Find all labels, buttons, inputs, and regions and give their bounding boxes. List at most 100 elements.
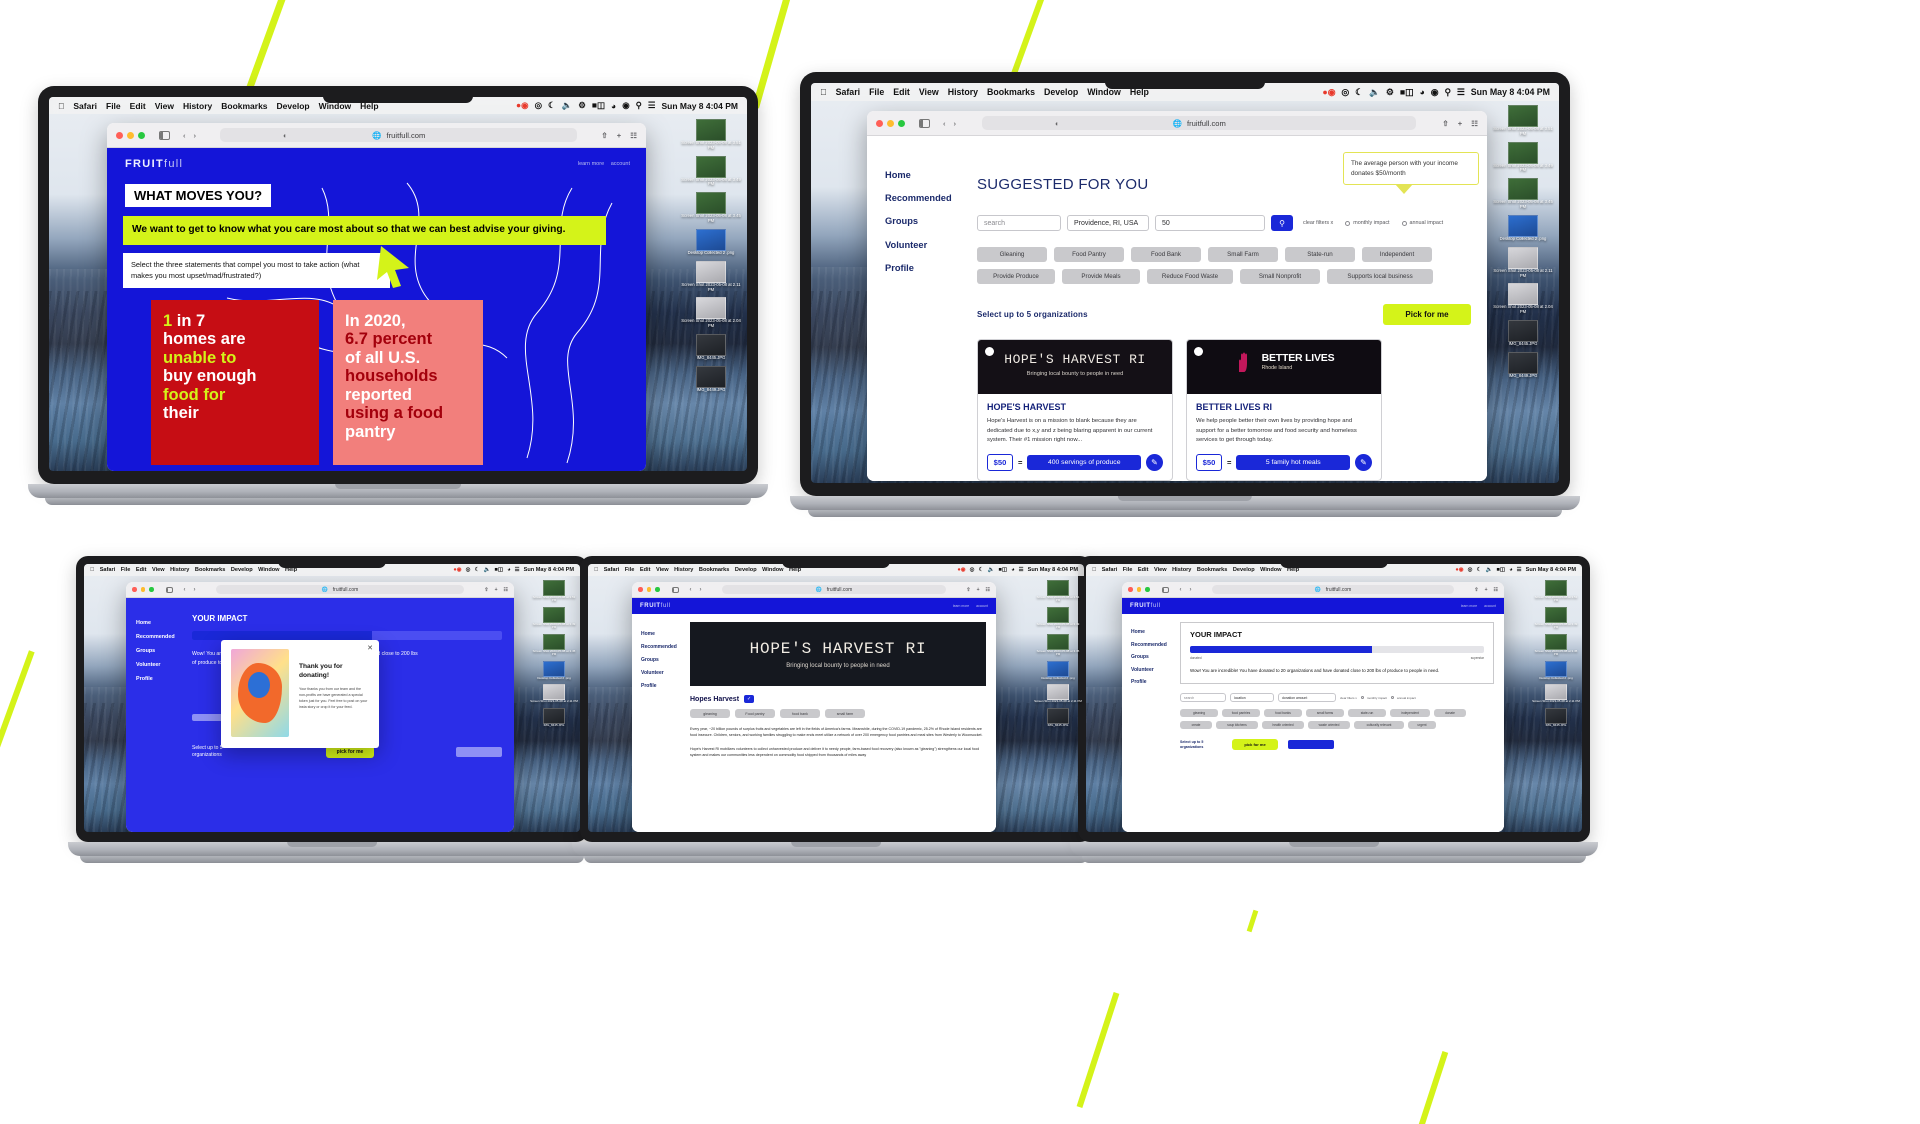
secondary-action-button[interactable] [1288, 740, 1334, 750]
desktop-file[interactable]: Screen Shot 2023-05-08 at 3.49 PM [1530, 606, 1582, 630]
menu-item-safari[interactable]: Safari [100, 567, 116, 573]
desktop-file[interactable]: IMG_8445.JPG [1487, 320, 1559, 347]
close-window-button[interactable] [1128, 587, 1133, 592]
user-icon[interactable]: ◉ [1431, 87, 1439, 98]
sidebar-item-groups[interactable]: Groups [885, 210, 967, 233]
menu-item-view[interactable]: View [656, 567, 669, 573]
menu-item-bookmarks[interactable]: Bookmarks [987, 87, 1035, 97]
record-icon[interactable]: ●◉ [516, 100, 529, 111]
share-icon[interactable]: ⇧ [1442, 119, 1448, 128]
wifi-icon[interactable]: ◕ [507, 567, 510, 573]
tag-provide-meals[interactable]: Provide Meals [1062, 269, 1140, 284]
tag-state-run[interactable]: State-run [1285, 247, 1355, 262]
moon-icon[interactable]: ☾ [979, 567, 984, 573]
nav-learn-more[interactable]: learn more [953, 604, 969, 608]
sidebar-item-home[interactable]: Home [1131, 626, 1178, 639]
nav-learn-more[interactable]: learn more [578, 161, 604, 167]
shield-icon[interactable]: ◎ [535, 100, 542, 111]
sidebar-icon[interactable] [1161, 586, 1169, 593]
reader-icon[interactable]: ◖ [282, 131, 287, 140]
menu-item-bookmarks[interactable]: Bookmarks [1197, 567, 1227, 573]
forward-icon[interactable]: › [700, 587, 702, 593]
moon-icon[interactable]: ☾ [1477, 567, 1482, 573]
search-icon[interactable]: ⚲ [636, 100, 642, 111]
menu-item-file[interactable]: File [121, 567, 131, 573]
menu-item-history[interactable]: History [948, 87, 978, 97]
desktop-file[interactable]: Screen Shot 2023-05-08 at 2.11 PM [675, 260, 747, 293]
desktop-file[interactable]: Screen Shot 2023-05-08 at 2.04 PM [675, 297, 747, 329]
desktop-file[interactable]: Screen Shot 2023-05-08 at 3.45 PM [675, 192, 747, 224]
apple-logo-icon[interactable]:  [90, 567, 94, 573]
menu-item-bookmarks[interactable]: Bookmarks [699, 567, 729, 573]
tag-reduce-food-waste[interactable]: Reduce Food Waste [1147, 269, 1233, 284]
forward-icon[interactable]: › [194, 131, 197, 140]
battery-icon[interactable]: ■◫ [1400, 87, 1414, 98]
record-icon[interactable]: ●◉ [957, 567, 965, 573]
menu-item-view[interactable]: View [919, 87, 939, 97]
menu-clock[interactable]: Sun May 8 4:04 PM [661, 101, 738, 111]
sidebar-item-groups[interactable]: Groups [641, 654, 688, 667]
menu-item-safari[interactable]: Safari [604, 567, 620, 573]
sidebar-item-profile[interactable]: Profile [641, 680, 688, 693]
menu-item-safari[interactable]: Safari [73, 101, 97, 111]
share-icon[interactable]: ⇧ [966, 587, 970, 593]
menu-item-history[interactable]: History [170, 567, 189, 573]
close-window-button[interactable] [876, 119, 883, 127]
org-card-hopes-harvest[interactable]: HOPE'S HARVEST RI Bringing local bounty … [977, 339, 1173, 481]
tag-culturally-relevant[interactable]: culturally relevant [1354, 721, 1404, 730]
new-tab-icon[interactable]: + [617, 131, 621, 140]
donation-amount[interactable]: $50 [987, 454, 1013, 472]
menu-item-bookmarks[interactable]: Bookmarks [221, 101, 267, 111]
menu-clock[interactable]: Sun May 8 4:04 PM [1028, 567, 1078, 573]
desktop-file[interactable]: IMG_8445.JPG [1530, 707, 1582, 727]
share-icon[interactable]: ⇧ [1474, 587, 1478, 593]
maximize-window-button[interactable] [898, 119, 905, 127]
moon-icon[interactable]: ☾ [548, 100, 556, 111]
share-icon[interactable]: ⇧ [601, 131, 607, 140]
desktop-file[interactable]: Screen Shot 2023-05-08 at 2.11 PM [1530, 684, 1582, 703]
desktop-file[interactable]: Screen Shot 2023-05-08 at 3.49 PM [1032, 606, 1084, 630]
control-center-icon[interactable]: ☰ [648, 100, 656, 111]
select-org-radio[interactable] [985, 347, 994, 356]
tabs-icon[interactable]: ☷ [986, 587, 990, 593]
brand-logo[interactable]: FRUITfull [1130, 603, 1161, 609]
wifi-icon[interactable]: ◕ [1419, 87, 1424, 97]
menu-item-edit[interactable]: Edit [893, 87, 910, 97]
org-card-better-lives[interactable]: BETTER LIVES Rhode Island BETTER LIVES R… [1186, 339, 1382, 481]
tabs-icon[interactable]: ☷ [1494, 587, 1498, 593]
radio-monthly-impact[interactable]: monthly impact [1345, 220, 1390, 226]
back-icon[interactable]: ‹ [183, 131, 186, 140]
menu-item-develop[interactable]: Develop [277, 101, 310, 111]
menu-item-develop[interactable]: Develop [735, 567, 757, 573]
tabs-icon[interactable]: ☷ [504, 587, 508, 593]
location-input[interactable]: Providence, RI, USA [1067, 215, 1149, 231]
menu-item-edit[interactable]: Edit [136, 567, 147, 573]
new-tab-icon[interactable]: + [1485, 587, 1488, 593]
tag-food-pantries[interactable]: food pantries [1222, 709, 1260, 718]
menu-item-edit[interactable]: Edit [640, 567, 651, 573]
back-icon[interactable]: ‹ [690, 587, 692, 593]
search-icon[interactable]: ⚲ [1444, 87, 1450, 98]
menu-item-window[interactable]: Window [258, 567, 279, 573]
menu-item-history[interactable]: History [674, 567, 693, 573]
clear-filters-button[interactable]: clear filters x [1340, 696, 1357, 700]
menu-item-edit[interactable]: Edit [130, 101, 146, 111]
desktop-file[interactable]: IMG_8449.JPG [1487, 351, 1559, 379]
menu-item-safari[interactable]: Safari [1102, 567, 1118, 573]
menu-item-file[interactable]: File [625, 567, 635, 573]
desktop-file[interactable]: Screen Shot 2023-05-08 at 2.11 PM [1032, 684, 1084, 703]
menu-item-file[interactable]: File [106, 101, 121, 111]
moon-icon[interactable]: ☾ [1355, 87, 1363, 98]
forward-icon[interactable]: › [954, 119, 957, 128]
stat-card-2[interactable]: In 2020, 6.7 percent of all U.S. househo… [333, 299, 483, 465]
battery-icon[interactable]: ■◫ [1497, 567, 1506, 573]
battery-icon[interactable]: ■◫ [592, 100, 605, 111]
edit-icon[interactable]: ✎ [1355, 454, 1372, 472]
apple-logo-icon[interactable]:  [58, 101, 64, 111]
brand-logo[interactable]: FRUITfull [125, 158, 183, 170]
desktop-file[interactable]: Screen Shot 2023-05-08 at 2.04 PM [1487, 283, 1559, 315]
sidebar-item-volunteer[interactable]: Volunteer [641, 667, 688, 680]
new-tab-icon[interactable]: + [1458, 119, 1462, 128]
menu-clock[interactable]: Sun May 8 4:04 PM [1471, 87, 1550, 97]
sidebar-item-groups[interactable]: Groups [1131, 651, 1178, 664]
